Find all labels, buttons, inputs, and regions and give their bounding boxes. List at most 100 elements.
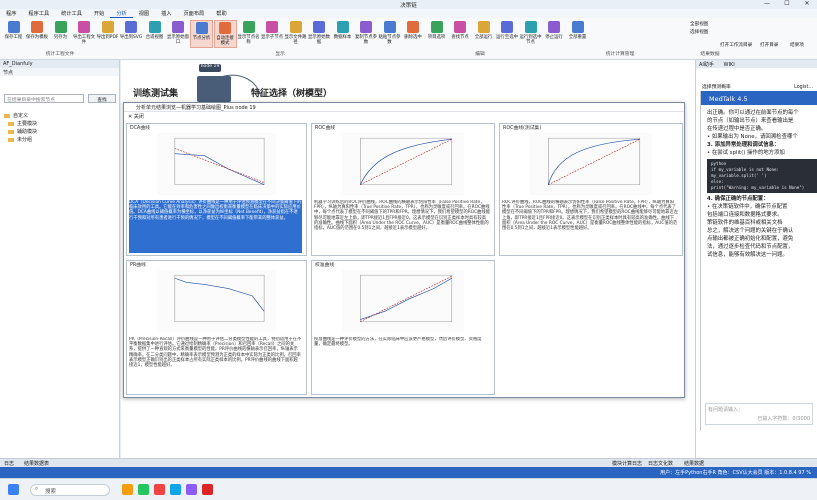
ribbon-view-item[interactable]: 结果项 (790, 42, 804, 48)
ribbon-view-item[interactable]: 打开目录 (760, 42, 778, 48)
ribbon-button[interactable]: 保存工程 (2, 20, 25, 48)
result-description[interactable]: 校准曲线是一种评价模型的方法，在实际临床中应该更严格模型，然后评价模型、资格度量… (314, 337, 490, 392)
ribbon-view-item[interactable]: 选择视图 (690, 29, 708, 35)
menu-item[interactable]: 插入 (155, 9, 177, 18)
tree-item[interactable]: 自定义 (4, 112, 37, 120)
tree-item[interactable]: 辅助模块 (4, 128, 37, 136)
ribbon-button[interactable]: 运行至选中 (496, 20, 519, 48)
chat-message-line: 包括端口连接和数据格式要求。 (707, 212, 783, 218)
toolbar-icon (336, 21, 349, 33)
menu-item[interactable]: 程序 (0, 9, 22, 18)
result-description[interactable]: PR（Precision-Recall）评价曲线是一种用于评估二分类模型性能的工… (129, 337, 302, 392)
medtalk-title: MedTalk 4.5 (701, 91, 817, 105)
ribbon-button[interactable]: 显示文件路径 (284, 20, 307, 48)
toolbar-icon (360, 21, 372, 33)
ribbon-button[interactable]: 删除选中 (402, 20, 425, 48)
app2-icon[interactable] (186, 484, 197, 495)
status-tab-log[interactable]: 日志 (4, 460, 14, 467)
left-panel-tab[interactable]: AF_Dianfuly (0, 60, 119, 68)
ribbon-button[interactable]: 复制节点参数 (355, 20, 378, 48)
chat-input[interactable]: 有问题请输入： 已输入字符数：0/3000 (705, 403, 813, 425)
status-tab-log-count[interactable]: 日志文化数 (648, 460, 673, 467)
ribbon-group-label: 结果数据 (700, 52, 720, 57)
node-search-button[interactable]: 查找 (88, 94, 116, 103)
toolbar-icon (477, 21, 490, 33)
ribbon-button-label: 运行至选中 (496, 35, 518, 40)
toolbar-icon (407, 21, 419, 33)
maximize-button[interactable]: ☐ (777, 0, 797, 9)
menu-item[interactable]: 页面布局 (177, 9, 210, 18)
ribbon-button[interactable]: 查找节点 (449, 20, 472, 48)
edge-icon[interactable] (170, 484, 181, 495)
ribbon-button-label: 数据样本 (333, 35, 352, 40)
param-row[interactable]: 选择预测概率 Logist... (702, 84, 813, 91)
ribbon-button-label: 保存为模板 (26, 35, 48, 40)
app-icon[interactable] (154, 484, 165, 495)
tree-item-label: 主要模块 (17, 121, 38, 127)
result-plot-image (157, 270, 276, 332)
ribbon-button[interactable]: 节点分析 (190, 20, 213, 48)
menu-item[interactable]: 程序工具 (22, 9, 55, 18)
menu-item[interactable]: 视图 (133, 9, 155, 18)
minimize-button[interactable]: — (757, 0, 777, 9)
result-description[interactable]: 机器学习训练后的ROC评价曲线，ROC曲线的横轴表示伪阳性率（False Pos… (314, 200, 490, 253)
ribbon-view-item[interactable]: 全部视图 (690, 21, 708, 27)
result-panel-title: ROC曲线 (315, 126, 336, 131)
ribbon-button-label: 运行到选中节点 (519, 35, 542, 45)
tab-wiki[interactable]: WIKI (724, 62, 735, 68)
ribbon-button[interactable]: 数据样本 (331, 20, 354, 48)
ribbon-button[interactable]: 导出到PDF (96, 20, 119, 48)
menu-item[interactable]: 开始 (88, 9, 110, 18)
result-description[interactable]: DCA（Decision Curve Analysis）评价曲线是一种用于评估预… (129, 200, 302, 253)
ribbon-button[interactable]: 项目选项 (425, 20, 448, 48)
result-plot-image (530, 133, 652, 195)
menu-item[interactable]: 帮助 (210, 9, 232, 18)
ribbon-button[interactable]: 显示节点名称 (237, 20, 260, 48)
ribbon-button[interactable]: 全部运行 (472, 20, 495, 48)
menu-item[interactable]: 分析 (110, 9, 133, 18)
status-tab-module-log[interactable]: 模块计算日志 (612, 460, 642, 467)
param-label: 选择预测概率 (702, 85, 731, 90)
browser-icon[interactable] (138, 484, 149, 495)
ribbon-button[interactable]: 另存为 (49, 20, 72, 48)
menu-item[interactable]: 统计工具 (55, 9, 88, 18)
left-panel-section: 节点 (0, 68, 119, 76)
taskbar-search[interactable]: ⌕ 搜索 (30, 484, 110, 496)
ribbon-button[interactable]: 显示原始数据 (308, 20, 331, 48)
ribbon-button[interactable]: 粘贴节点参数 (378, 20, 401, 48)
popup-close-button[interactable]: 关闭 (134, 114, 144, 120)
ribbon-button[interactable]: 运行到选中节点 (519, 20, 542, 48)
ribbon-button[interactable]: 导出工程文件 (73, 20, 96, 48)
status-tab-results[interactable]: 结果数据表 (24, 460, 49, 467)
ribbon-button[interactable]: 合适视图 (143, 20, 166, 48)
status-tab-result-data[interactable]: 结果数据 (684, 460, 704, 467)
ribbon-button-label: 导出到PDF (96, 35, 119, 40)
office-icon[interactable] (202, 484, 213, 495)
ribbon-button[interactable]: 停止运行 (543, 20, 566, 48)
ribbon-view-item[interactable]: 打开工作流目录 (720, 42, 752, 48)
workflow-node[interactable]: node 19 (199, 64, 221, 72)
toolbar-icon (172, 21, 184, 33)
ribbon-button[interactable]: 保存为模板 (26, 20, 49, 48)
ribbon-button[interactable]: 显示原始窗口 (167, 20, 190, 48)
taskbar-search-label: 搜索 (45, 489, 57, 495)
tab-ai-assistant[interactable]: AI助手 (699, 62, 714, 68)
ribbon-group-label: 统计计算管理 (605, 52, 635, 57)
node-search-input[interactable]: 在结果目录中搜索节点 (4, 94, 84, 103)
ribbon-button-label: 导出到SVG (119, 35, 143, 40)
ribbon-button[interactable]: 全部重置 (566, 20, 589, 48)
windows-start-icon[interactable] (8, 484, 19, 495)
tree-item-label: 自定义 (13, 113, 29, 119)
result-description[interactable]: ROC评价曲线，ROC曲线的横轴表示伪阳性率（False Positive Ra… (502, 200, 678, 253)
ribbon-button[interactable]: 显示子节点 (261, 20, 284, 48)
folder-icon[interactable] (122, 484, 133, 495)
result-panel-title: PR曲线 (130, 263, 146, 268)
results-popup: 分析单元结果浏览—机器学习基础绘图_Plus node 19 ✕ 关闭 DCA曲… (123, 102, 685, 398)
tree-item[interactable]: 主要模块 (4, 120, 37, 128)
user-info-bar: 用户：左手Python右手R 角色：CSV认大会员 版本：1.0.8.4 97 … (0, 467, 817, 478)
ribbon-button[interactable]: 导出到SVG (120, 20, 143, 48)
chat-message-line: • 如果输出为 None，请回溯检查哪个 (707, 134, 798, 140)
tree-item[interactable]: 未分组 (4, 136, 37, 144)
ribbon-button[interactable]: 自动连接模式 (213, 20, 237, 48)
close-window-button[interactable]: ✕ (797, 0, 817, 9)
